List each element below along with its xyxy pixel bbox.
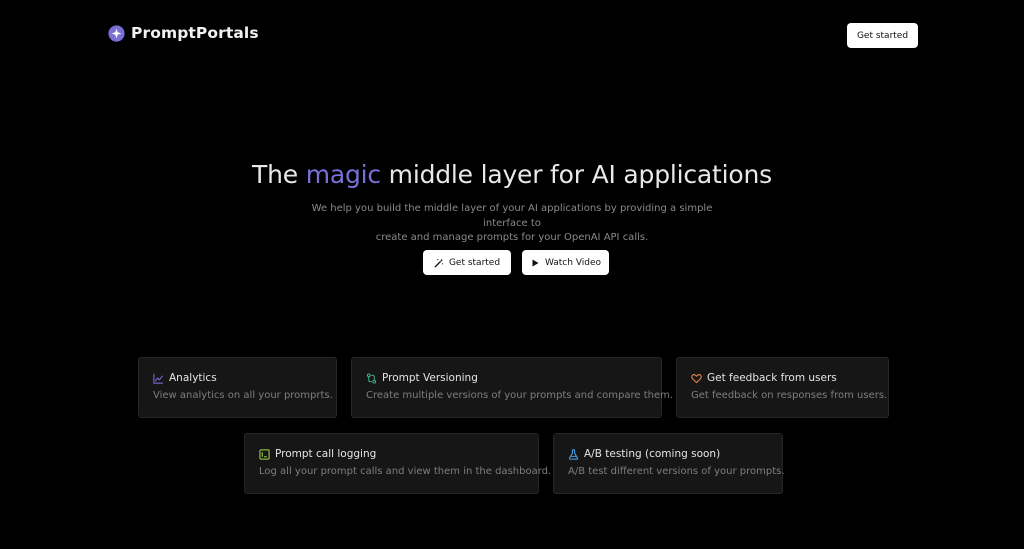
feature-title: Analytics: [169, 372, 217, 384]
heart-icon: [691, 373, 702, 384]
chart-icon: [153, 373, 164, 384]
feature-description: Create multiple versions of your prompts…: [366, 390, 674, 401]
feature-description: Get feedback on responses from users.: [691, 390, 888, 401]
hero-title-start: The: [252, 160, 306, 189]
hero-subtitle-line-1: We help you build the middle layer of yo…: [311, 203, 713, 229]
hero-title-highlight: magic: [305, 160, 381, 189]
feature-card-ab-testing: A/B testing (coming soon) A/B test diffe…: [553, 433, 785, 494]
play-icon: [530, 258, 540, 268]
brand-logo-link[interactable]: PromptPortals: [108, 24, 259, 42]
hero-get-started-button[interactable]: Get started: [423, 250, 511, 275]
hero-actions: Get started Watch Video: [0, 250, 1024, 275]
watch-video-label: Watch Video: [544, 257, 602, 268]
brand-name: PromptPortals: [131, 24, 259, 42]
hero-get-started-label: Get started: [448, 257, 501, 268]
magic-wand-icon: [434, 258, 444, 268]
landing-page: PromptPortals Get started The magic midd…: [0, 0, 1024, 549]
nav-get-started-button[interactable]: Get started: [847, 23, 918, 48]
feature-card-get-feedback: Get feedback from users Get feedback on …: [676, 357, 889, 418]
log-icon: [259, 448, 270, 460]
feature-description: View analytics on all your promprts.: [153, 390, 333, 401]
hero-subtitle-line-2: create and manage prompts for your OpenA…: [375, 232, 649, 243]
feature-card-analytics: Analytics View analytics on all your pro…: [138, 357, 337, 418]
feature-description: Log all your prompt calls and view them …: [259, 466, 552, 477]
git-compare-icon: [366, 372, 377, 384]
portal-logo-icon: [108, 24, 125, 42]
feature-card-prompt-call-logging: Prompt call logging Log all your prompt …: [244, 433, 552, 494]
feature-card-prompt-versioning: Prompt Versioning Create multiple versio…: [351, 357, 674, 418]
hero-title: The magic middle layer for AI applicatio…: [0, 160, 1024, 189]
hero-title-end: middle layer for AI applications: [380, 160, 772, 189]
hero-subtitle: We help you build the middle layer of yo…: [300, 202, 724, 246]
feature-description: A/B test different versions of your prom…: [568, 466, 785, 477]
feature-title: Prompt call logging: [275, 448, 377, 460]
feature-title: Get feedback from users: [707, 372, 837, 384]
flask-icon: [568, 448, 579, 460]
feature-title: Prompt Versioning: [382, 372, 478, 384]
feature-title: A/B testing (coming soon): [584, 448, 721, 460]
watch-video-button[interactable]: Watch Video: [522, 250, 609, 275]
